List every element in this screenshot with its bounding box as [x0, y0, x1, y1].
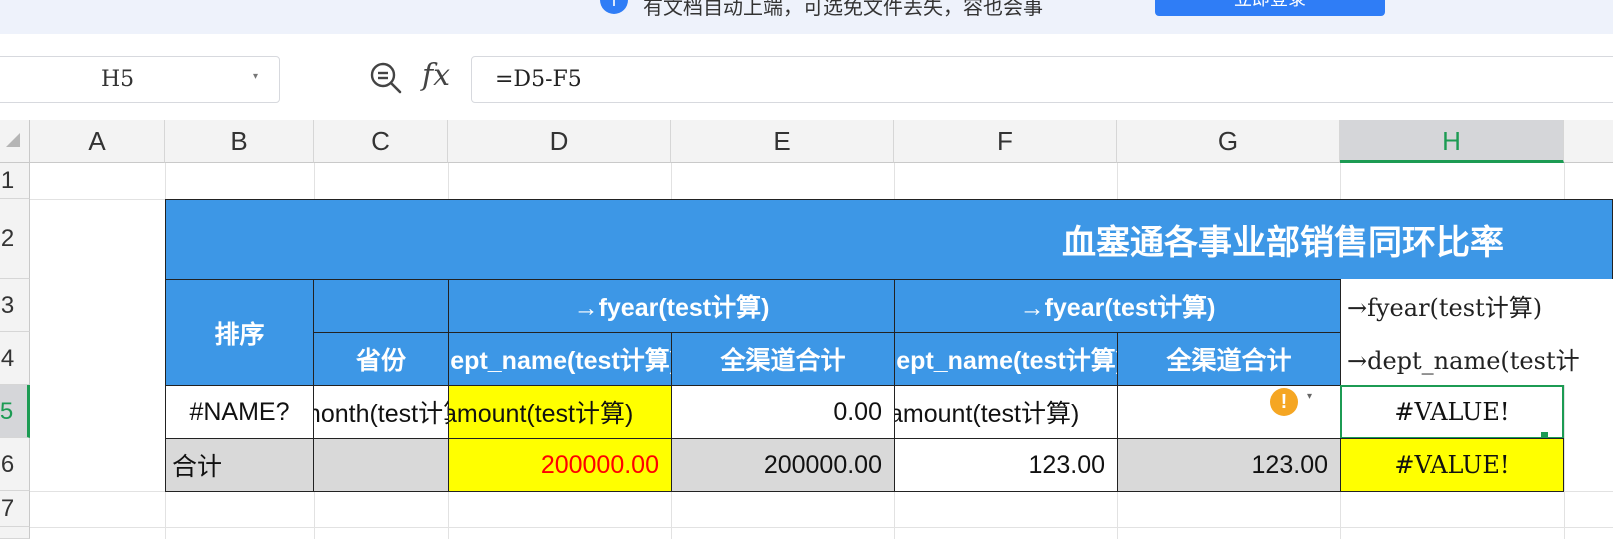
cell-c5-month[interactable]: month(test计算) — [313, 385, 449, 439]
chevron-down-icon[interactable]: ▾ — [253, 71, 258, 82]
cell-c6[interactable] — [313, 438, 449, 492]
column-header-g[interactable]: G — [1117, 120, 1340, 163]
cell-e5-value[interactable]: 0.00 — [671, 385, 895, 439]
warning-icon[interactable]: ! — [1270, 388, 1298, 416]
cell-f5-amount[interactable]: amount(test计算) — [894, 385, 1118, 439]
column-header-a[interactable]: A — [30, 120, 165, 163]
cell-h5-active-value-error[interactable]: #VALUE! — [1340, 385, 1564, 439]
name-box-value: H5 — [101, 67, 135, 92]
cell-d4-dept-name-header[interactable]: dept_name(test计算) — [448, 332, 672, 386]
row-header-7[interactable]: 7 — [0, 491, 30, 527]
fx-icon[interactable]: fx — [422, 58, 450, 93]
cell-d3-fyear-header[interactable]: →fyear(test计算) — [448, 279, 895, 333]
cell-f3-fyear-header[interactable]: →fyear(test计算) — [894, 279, 1341, 333]
row-header-8[interactable] — [0, 527, 30, 539]
cell-h4-dept-name[interactable]: →dept_name(test计 — [1341, 332, 1613, 385]
row-header-6[interactable]: 6 — [0, 438, 30, 491]
sheet-title-cell[interactable]: 血塞通各事业部销售同环比率 — [165, 199, 1613, 280]
row-header-2[interactable]: 2 — [0, 199, 30, 279]
cell-e4-total-channel-header[interactable]: 全渠道合计 — [671, 332, 895, 386]
cell-c4-province-header[interactable]: 省份 — [313, 332, 449, 386]
cell-b5-name-error[interactable]: #NAME? — [165, 385, 314, 439]
gridline — [30, 527, 1613, 528]
cell-h3-fyear[interactable]: →fyear(test计算) — [1341, 279, 1613, 332]
cell-b6-total-label[interactable]: 合计 — [165, 438, 314, 492]
cell-e6-total[interactable]: 200000.00 — [671, 438, 895, 492]
cell-f6-total[interactable]: 123.00 — [894, 438, 1118, 492]
chevron-down-icon[interactable]: ▾ — [1307, 391, 1312, 402]
column-header-e[interactable]: E — [671, 120, 894, 163]
column-header-next[interactable] — [1564, 120, 1613, 163]
column-header-b[interactable]: B — [165, 120, 314, 163]
cell-d5-amount[interactable]: amount(test计算) — [448, 385, 672, 439]
formula-input[interactable]: =D5-F5 — [471, 56, 1613, 103]
row-header-4[interactable]: 4 — [0, 332, 30, 385]
login-button[interactable]: 立即登录 — [1155, 0, 1385, 16]
name-box[interactable]: H5 ▾ — [0, 56, 280, 103]
row-header-1[interactable]: 1 — [0, 163, 30, 199]
select-all-triangle-icon — [6, 133, 20, 147]
cell-c3[interactable] — [313, 279, 449, 333]
cell-h6-value-error[interactable]: #VALUE! — [1340, 438, 1564, 492]
cell-f4-dept-name-header[interactable]: dept_name(test计算) — [894, 332, 1118, 386]
column-header-f[interactable]: F — [894, 120, 1117, 163]
banner-message: 有文档自动上端，可选免文件丢失，容也会事 — [643, 0, 1043, 19]
cell-g4-total-channel-header[interactable]: 全渠道合计 — [1117, 332, 1341, 386]
column-header-h[interactable]: H — [1340, 120, 1564, 163]
row-header-3[interactable]: 3 — [0, 279, 30, 332]
row-header-5[interactable]: 5 — [0, 385, 30, 438]
cell-b3-sort-header[interactable]: 排序 — [165, 279, 314, 386]
cell-g6-total[interactable]: 123.00 — [1117, 438, 1341, 492]
column-header-c[interactable]: C — [314, 120, 448, 163]
cell-d6-total[interactable]: 200000.00 — [448, 438, 672, 492]
zoom-out-icon[interactable] — [368, 60, 404, 96]
column-header-d[interactable]: D — [448, 120, 671, 163]
